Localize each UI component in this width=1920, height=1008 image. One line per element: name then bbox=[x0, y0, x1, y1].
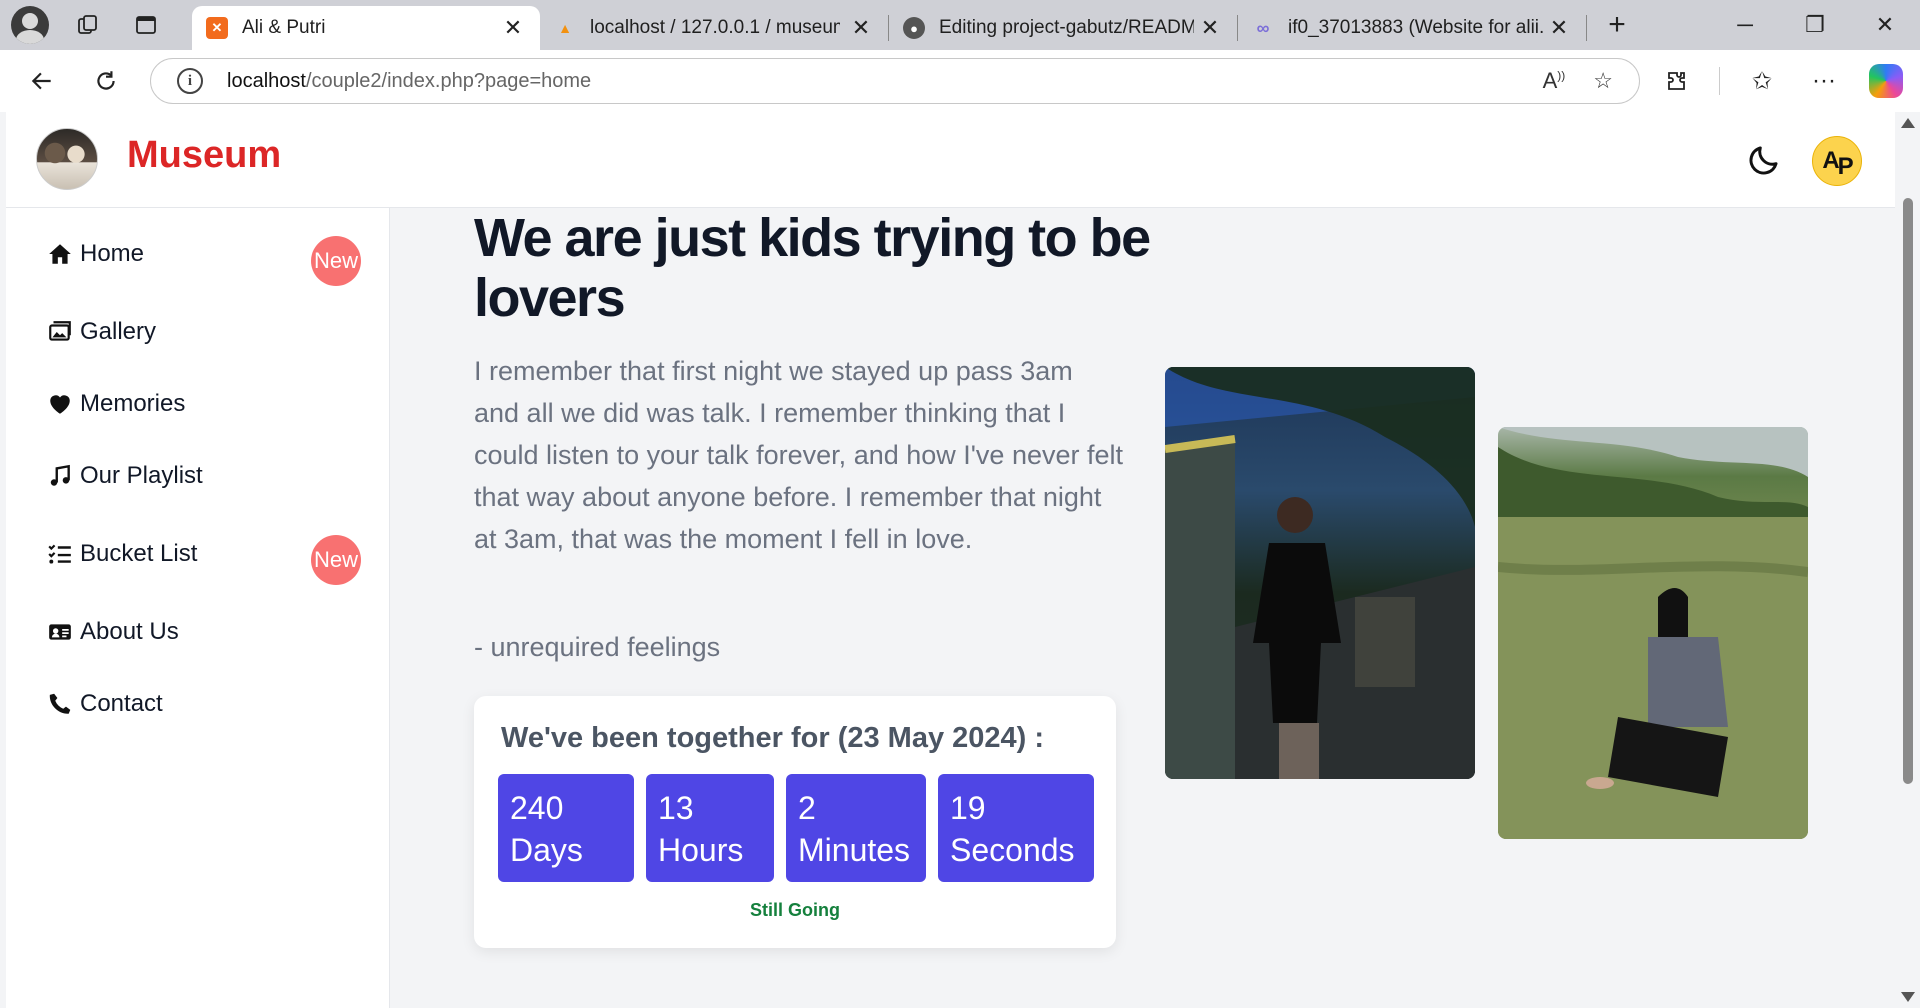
browser-tab-bar: ✕ Ali & Putri ✕ ▲ localhost / 127.0.0.1 … bbox=[0, 0, 1920, 50]
minutes-counter: 2 Minutes bbox=[786, 774, 926, 882]
window-close-icon[interactable]: ✕ bbox=[1850, 0, 1920, 50]
sidebar-item-home[interactable]: Home bbox=[46, 240, 144, 268]
minutes-value: 2 bbox=[798, 790, 816, 826]
url-path: /couple2/index.php?page=home bbox=[305, 69, 592, 92]
minutes-label: Minutes bbox=[798, 832, 911, 868]
user-initial-a: A bbox=[1822, 147, 1839, 174]
together-counter-card: We've been together for (23 May 2024) : … bbox=[474, 696, 1116, 948]
favorites-icon[interactable]: ✩ bbox=[1742, 61, 1782, 101]
images-icon bbox=[49, 321, 71, 341]
seconds-value: 19 bbox=[950, 790, 986, 826]
days-value: 240 bbox=[510, 790, 564, 826]
scrollbar-thumb[interactable] bbox=[1903, 198, 1913, 784]
seconds-counter: 19 Seconds bbox=[938, 774, 1094, 882]
close-tab-icon[interactable]: ✕ bbox=[848, 15, 874, 41]
counter-title: We've been together for (23 May 2024) : bbox=[501, 722, 1045, 754]
hours-counter: 13 Hours bbox=[646, 774, 774, 882]
close-tab-icon[interactable]: ✕ bbox=[1546, 15, 1572, 41]
sidebar: Home New Gallery Memories Our Playlist B… bbox=[6, 208, 390, 1008]
sidebar-item-playlist[interactable]: Our Playlist bbox=[46, 462, 203, 490]
sidebar-item-label: About Us bbox=[80, 618, 179, 645]
sidebar-item-label: Our Playlist bbox=[80, 462, 203, 489]
new-badge: New bbox=[311, 535, 361, 585]
tab-title: Ali & Putri bbox=[242, 17, 326, 38]
url-text: localhost/couple2/index.php?page=home bbox=[227, 70, 591, 93]
scroll-down-icon[interactable] bbox=[1901, 992, 1915, 1002]
browser-profile-button[interactable] bbox=[10, 5, 50, 45]
sidebar-item-memories[interactable]: Memories bbox=[46, 390, 185, 418]
more-options-icon[interactable]: ··· bbox=[1804, 61, 1844, 101]
home-icon bbox=[49, 244, 71, 264]
refresh-icon[interactable] bbox=[84, 59, 128, 103]
sidebar-item-label: Memories bbox=[80, 390, 186, 417]
tab-github-readme[interactable]: ● Editing project-gabutz/README ✕ bbox=[889, 6, 1237, 50]
sidebar-item-label: Home bbox=[80, 240, 145, 267]
user-avatar-badge[interactable]: AP bbox=[1812, 136, 1862, 186]
phone-icon bbox=[49, 693, 71, 714]
main-content: We are just kids trying to be lovers I r… bbox=[390, 208, 1895, 1008]
restore-icon[interactable]: ❐ bbox=[1780, 0, 1850, 50]
tab-separator bbox=[1586, 15, 1587, 41]
sidebar-item-label: Bucket List bbox=[80, 540, 198, 567]
tab-actions-icon[interactable] bbox=[126, 5, 166, 45]
counter-status: Still Going bbox=[750, 900, 840, 920]
days-counter: 240 Days bbox=[498, 774, 634, 882]
tab-ali-putri[interactable]: ✕ Ali & Putri ✕ bbox=[192, 6, 540, 50]
photo-girl[interactable] bbox=[1498, 427, 1808, 839]
site-header: Museum AP bbox=[6, 112, 1895, 208]
address-bar[interactable]: i localhost/couple2/index.php?page=home … bbox=[150, 58, 1640, 104]
site-info-icon[interactable]: i bbox=[177, 68, 203, 94]
profile-avatar bbox=[11, 6, 49, 44]
read-aloud-icon[interactable]: A)) bbox=[1543, 68, 1566, 94]
sidebar-item-contact[interactable]: Contact bbox=[46, 690, 163, 718]
hours-value: 13 bbox=[658, 790, 694, 826]
id-card-icon bbox=[49, 624, 71, 640]
back-icon[interactable] bbox=[20, 59, 64, 103]
site-brand[interactable]: Museum bbox=[127, 134, 281, 177]
seconds-label: Seconds bbox=[950, 832, 1075, 868]
music-icon bbox=[50, 464, 70, 486]
web-page: Museum AP Home New Gallery Memories Our … bbox=[0, 112, 1895, 1008]
new-badge: New bbox=[311, 236, 361, 286]
tab-title: localhost / 127.0.0.1 / museum | bbox=[590, 17, 840, 38]
sidebar-item-label: Contact bbox=[80, 690, 163, 717]
tab-title: Editing project-gabutz/README bbox=[939, 17, 1194, 38]
scroll-up-icon[interactable] bbox=[1901, 118, 1915, 128]
list-check-icon bbox=[48, 544, 71, 564]
close-tab-icon[interactable]: ✕ bbox=[1197, 15, 1223, 41]
sidebar-item-bucket-list[interactable]: Bucket List bbox=[46, 540, 197, 568]
url-host: localhost bbox=[227, 69, 306, 92]
tab-phpmyadmin[interactable]: ▲ localhost / 127.0.0.1 / museum | ✕ bbox=[540, 6, 888, 50]
photo-boy[interactable] bbox=[1165, 367, 1475, 779]
quote-author: - unrequired feelings bbox=[474, 632, 721, 662]
minimize-icon[interactable]: ─ bbox=[1710, 0, 1780, 50]
favorite-star-icon[interactable]: ☆ bbox=[1593, 68, 1613, 94]
tab-infinityfree[interactable]: ∞ if0_37013883 (Website for alii.rf.g ✕ bbox=[1238, 6, 1586, 50]
page-scrollbar[interactable] bbox=[1895, 112, 1920, 1008]
phpmyadmin-favicon-icon: ▲ bbox=[558, 20, 572, 36]
close-tab-icon[interactable]: ✕ bbox=[500, 15, 526, 41]
copilot-icon[interactable] bbox=[1866, 61, 1906, 101]
couple-avatar[interactable] bbox=[36, 128, 98, 190]
infinity-favicon-icon: ∞ bbox=[1256, 17, 1270, 38]
sidebar-item-about-us[interactable]: About Us bbox=[46, 618, 179, 646]
heart-icon bbox=[50, 395, 70, 414]
user-initial-p: P bbox=[1837, 153, 1854, 180]
days-label: Days bbox=[510, 832, 583, 868]
extensions-icon[interactable] bbox=[1657, 61, 1697, 101]
workspaces-icon[interactable] bbox=[68, 5, 108, 45]
toolbar-divider bbox=[1719, 67, 1720, 95]
dark-mode-moon-icon[interactable] bbox=[1746, 142, 1782, 178]
hero-title: We are just kids trying to be lovers bbox=[474, 208, 1151, 328]
github-favicon-icon: ● bbox=[903, 17, 925, 39]
tab-title: if0_37013883 (Website for alii.rf.g bbox=[1288, 17, 1543, 38]
sidebar-item-label: Gallery bbox=[80, 318, 157, 345]
quote-text: I remember that first night we stayed up… bbox=[474, 356, 1124, 554]
hours-label: Hours bbox=[658, 832, 744, 868]
xampp-favicon-icon: ✕ bbox=[206, 17, 228, 39]
new-tab-button[interactable]: + bbox=[1597, 7, 1637, 47]
sidebar-item-gallery[interactable]: Gallery bbox=[46, 318, 156, 346]
browser-toolbar: i localhost/couple2/index.php?page=home … bbox=[0, 50, 1920, 112]
